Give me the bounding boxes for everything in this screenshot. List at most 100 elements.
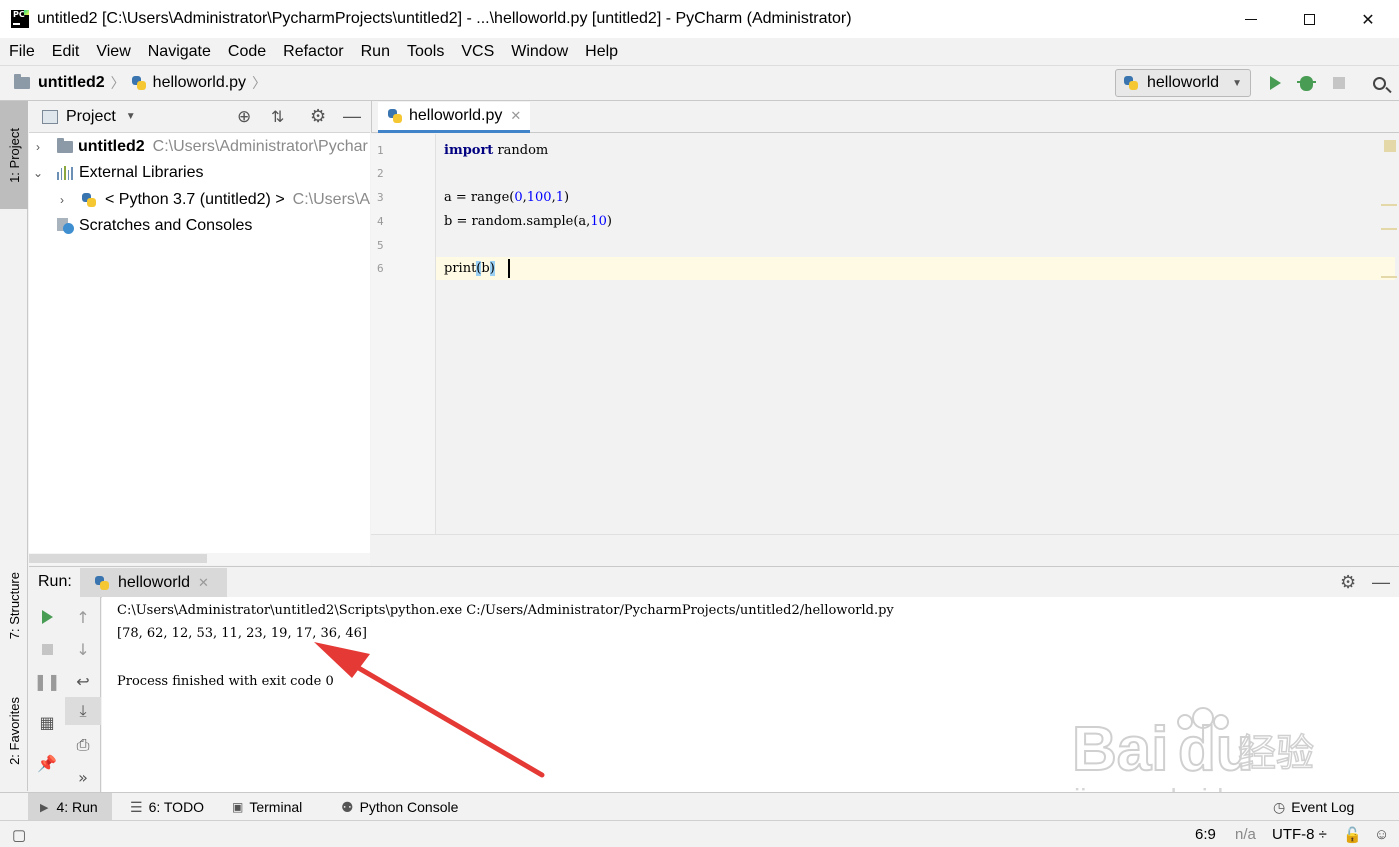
scrollbar-thumb[interactable] bbox=[29, 554, 207, 563]
tree-item-untitled2[interactable]: › untitled2 C:\Users\Administrator\Pycha… bbox=[31, 134, 368, 160]
layout-icon: ▦ bbox=[39, 712, 55, 732]
file-encoding[interactable]: UTF-8 ÷ bbox=[1272, 821, 1327, 847]
app-icon-text: PC bbox=[13, 10, 25, 19]
stop-run-button[interactable] bbox=[29, 635, 65, 663]
code-line-4: b = random.sample(a,10) bbox=[444, 214, 612, 229]
menu-code[interactable]: Code bbox=[228, 43, 266, 61]
menu-navigate[interactable]: Navigate bbox=[148, 43, 211, 61]
collapse-arrow-icon[interactable]: ⌄ bbox=[31, 166, 45, 180]
menu-vcs[interactable]: VCS bbox=[461, 43, 494, 61]
caret-position[interactable]: 6:9 bbox=[1195, 821, 1216, 847]
bug-icon bbox=[1296, 75, 1316, 91]
run-tab-helloworld[interactable]: helloworld ✕ bbox=[80, 568, 227, 598]
editor-tab-helloworld[interactable]: helloworld.py ✕ bbox=[378, 102, 530, 133]
tool-window-run-label: 4: Run bbox=[56, 799, 98, 815]
window-title: untitled2 [C:\Users\Administrator\Pychar… bbox=[37, 10, 852, 27]
tree-item-path: C:\Users\Administrator\Pychar bbox=[152, 138, 368, 155]
toggle-tool-windows-icon[interactable]: ▢ bbox=[12, 821, 26, 847]
print-button[interactable]: ⎙ bbox=[65, 731, 101, 759]
run-configuration-select[interactable]: helloworld ▼ bbox=[1115, 69, 1251, 97]
code-text: print bbox=[444, 261, 477, 276]
menu-view[interactable]: View bbox=[96, 43, 130, 61]
pin-tab-button[interactable]: 📌 bbox=[29, 749, 65, 777]
chevron-down-icon[interactable]: ▼ bbox=[126, 111, 136, 122]
project-tree: › untitled2 C:\Users\Administrator\Pycha… bbox=[29, 133, 370, 553]
menu-refactor[interactable]: Refactor bbox=[283, 43, 343, 61]
gear-icon[interactable]: ⚙ bbox=[310, 106, 326, 127]
pause-output-button[interactable]: ❚❚ bbox=[29, 667, 65, 695]
expand-arrow-icon[interactable]: › bbox=[31, 140, 45, 154]
menu-tools[interactable]: Tools bbox=[407, 43, 444, 61]
project-horizontal-scrollbar[interactable] bbox=[29, 553, 370, 565]
next-occurrence-button[interactable]: ↓ bbox=[65, 635, 101, 663]
console-command-line: C:\Users\Administrator\untitled2\Scripts… bbox=[117, 603, 894, 618]
pause-icon: ❚❚ bbox=[33, 671, 61, 691]
code-editor[interactable]: import random a = range(0,100,1) b = ran… bbox=[436, 134, 1399, 534]
gear-icon[interactable]: ⚙ bbox=[1340, 572, 1356, 593]
code-number: 100 bbox=[526, 190, 552, 205]
code-text: ) bbox=[564, 190, 570, 205]
inspection-status-icon[interactable] bbox=[1384, 140, 1396, 152]
tool-window-run[interactable]: ▶ 4: Run bbox=[28, 793, 112, 821]
code-line-1: import random bbox=[444, 143, 548, 158]
watermark-brand: Bai bbox=[1072, 715, 1168, 784]
search-icon bbox=[1372, 76, 1386, 90]
tool-window-todo[interactable]: ☰ 6: TODO bbox=[130, 793, 204, 821]
locate-icon[interactable]: ⊕ bbox=[237, 107, 251, 127]
tree-item-scratches[interactable]: Scratches and Consoles bbox=[57, 213, 252, 239]
python-icon bbox=[1123, 75, 1139, 91]
status-bar: ▢ 6:9 n/a UTF-8 ÷ 🔓 ☺ bbox=[0, 820, 1399, 847]
terminal-icon: ▣ bbox=[232, 800, 244, 814]
project-view-icon bbox=[42, 109, 58, 124]
code-number: 1 bbox=[555, 190, 565, 205]
tool-window-python-console[interactable]: ⚉ Python Console bbox=[341, 793, 458, 821]
lock-icon[interactable]: 🔓 bbox=[1343, 821, 1362, 847]
arrow-down-icon: ↓ bbox=[76, 639, 90, 659]
menu-window[interactable]: Window bbox=[511, 43, 568, 61]
breadcrumb-file[interactable]: helloworld.py bbox=[153, 74, 246, 92]
close-window-button[interactable]: ✕ bbox=[1339, 0, 1397, 38]
tool-tab-favorites[interactable]: 2: Favorites bbox=[0, 681, 28, 781]
scroll-to-end-button[interactable]: ⤓ bbox=[65, 697, 101, 725]
stop-button[interactable] bbox=[1328, 72, 1350, 94]
search-everywhere-button[interactable] bbox=[1368, 72, 1390, 94]
collapse-all-icon[interactable]: ⇅ bbox=[271, 107, 284, 127]
menu-help[interactable]: Help bbox=[585, 43, 618, 61]
inspector-icon[interactable]: ☺ bbox=[1374, 821, 1389, 847]
text-caret bbox=[508, 259, 510, 278]
close-tab-icon[interactable]: ✕ bbox=[510, 108, 521, 124]
code-text: random bbox=[493, 143, 549, 158]
tool-tab-project[interactable]: 1: Project bbox=[0, 101, 28, 209]
tree-item-path: C:\Users\A bbox=[292, 191, 370, 208]
more-actions-button[interactable]: » bbox=[65, 763, 101, 791]
run-button[interactable] bbox=[1264, 72, 1286, 94]
previous-occurrence-button[interactable]: ↑ bbox=[65, 603, 101, 631]
pin-icon: 📌 bbox=[37, 753, 57, 773]
tool-window-terminal[interactable]: ▣ Terminal bbox=[232, 793, 302, 821]
close-tab-icon[interactable]: ✕ bbox=[198, 575, 209, 591]
rerun-button[interactable] bbox=[29, 603, 65, 631]
menu-edit[interactable]: Edit bbox=[52, 43, 80, 61]
line-number: 1 bbox=[377, 144, 384, 157]
soft-wrap-button[interactable]: ↩ bbox=[65, 667, 101, 695]
code-number: 10 bbox=[590, 214, 607, 229]
run-icon: ▶ bbox=[40, 801, 49, 814]
expand-arrow-icon[interactable]: › bbox=[55, 193, 69, 207]
minimize-button[interactable] bbox=[1222, 0, 1280, 38]
hide-panel-icon[interactable]: — bbox=[343, 106, 361, 127]
hide-panel-icon[interactable]: — bbox=[1372, 572, 1390, 593]
tool-window-event-log[interactable]: ◷ Event Log bbox=[1273, 793, 1354, 821]
menu-run[interactable]: Run bbox=[361, 43, 390, 61]
breadcrumb-project[interactable]: untitled2 bbox=[38, 74, 105, 92]
line-number: 3 bbox=[377, 191, 384, 204]
tree-item-external-libraries[interactable]: ⌄ External Libraries bbox=[31, 160, 204, 186]
line-separator[interactable]: n/a bbox=[1235, 821, 1256, 847]
debug-button[interactable] bbox=[1295, 72, 1317, 94]
scroll-marker bbox=[1381, 228, 1397, 230]
project-panel-title[interactable]: Project bbox=[66, 108, 116, 126]
tree-item-python-sdk[interactable]: › < Python 3.7 (untitled2) > C:\Users\A bbox=[55, 187, 370, 213]
restore-layout-button[interactable]: ▦ bbox=[29, 708, 65, 736]
tool-tab-structure[interactable]: 7: Structure bbox=[0, 556, 28, 656]
maximize-button[interactable] bbox=[1280, 0, 1338, 38]
menu-file[interactable]: File bbox=[9, 43, 35, 61]
